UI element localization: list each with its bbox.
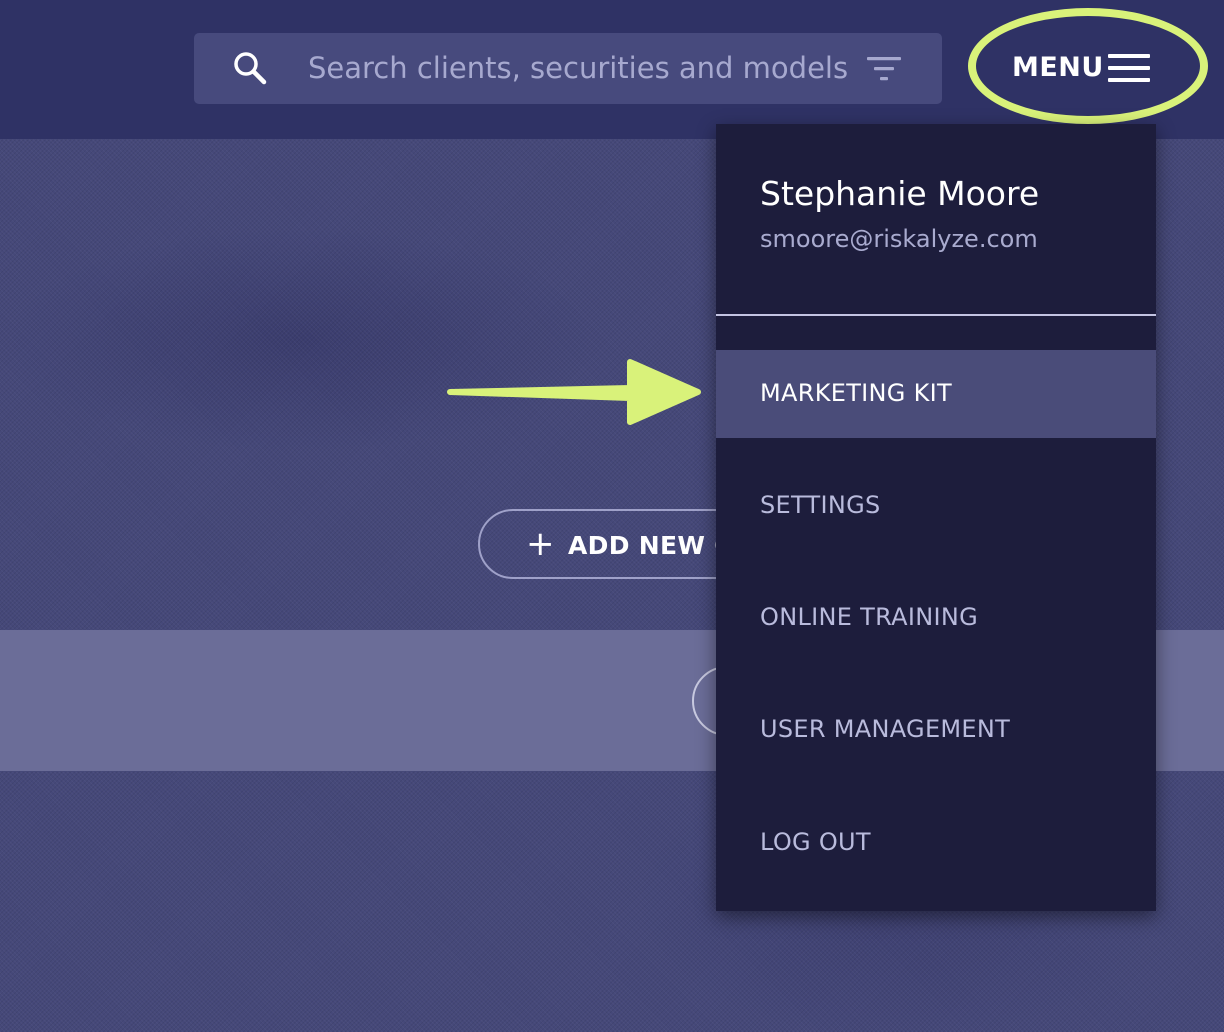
user-name: Stephanie Moore [760,174,1040,213]
menu-button-label: MENU [1012,52,1104,83]
menu-item-label: ONLINE TRAINING [760,603,978,631]
user-dropdown-menu: Stephanie Moore smoore@riskalyze.com MAR… [716,124,1156,911]
hamburger-icon [1108,54,1150,82]
menu-item-label: SETTINGS [760,491,881,519]
divider [716,314,1156,316]
menu-item-user-management[interactable]: USER MANAGEMENT [716,686,1156,774]
menu-item-marketing-kit[interactable]: MARKETING KIT [716,350,1156,438]
page: MENU + ADD NEW C Stephanie Moore smoore@… [0,0,1224,1032]
user-email: smoore@riskalyze.com [760,225,1038,253]
menu-item-label: USER MANAGEMENT [760,715,1011,743]
menu-item-online-training[interactable]: ONLINE TRAINING [716,574,1156,662]
menu-item-label: LOG OUT [760,828,871,856]
menu-item-log-out[interactable]: LOG OUT [716,799,1156,887]
menu-item-label: MARKETING KIT [760,379,952,407]
plus-icon: + [526,524,555,564]
arrow-pointer [447,359,701,425]
search-input[interactable] [308,46,848,90]
search-icon [234,52,267,85]
add-new-client-label: ADD NEW C [568,531,733,560]
filter-icon[interactable] [866,56,902,82]
menu-item-settings[interactable]: SETTINGS [716,462,1156,550]
